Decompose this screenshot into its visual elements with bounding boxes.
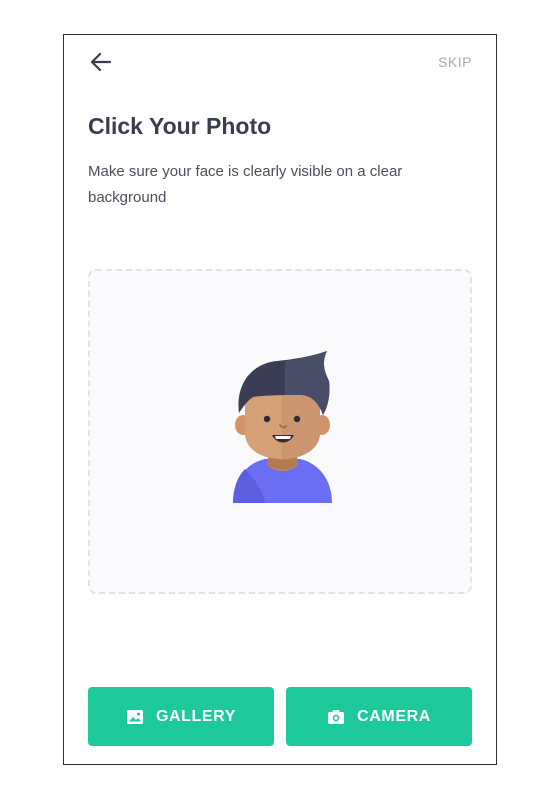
gallery-button-label: GALLERY [155,707,237,725]
back-button[interactable] [88,51,114,73]
skip-button[interactable]: SKIP [438,54,472,70]
gallery-button[interactable]: GALLERY [88,687,274,746]
photo-dropzone[interactable] [88,269,472,594]
camera-icon [328,709,345,724]
screen: SKIP Click Your Photo Make sure your fac… [63,34,497,765]
avatar-illustration [233,351,332,503]
page-title: Click Your Photo [88,113,272,139]
page-subtitle: Make sure your face is clearly visible o… [88,163,403,206]
camera-button[interactable]: CAMERA [286,687,472,746]
camera-button-label: CAMERA [357,707,431,725]
arrow-left-icon [90,52,112,72]
image-icon [126,709,143,724]
